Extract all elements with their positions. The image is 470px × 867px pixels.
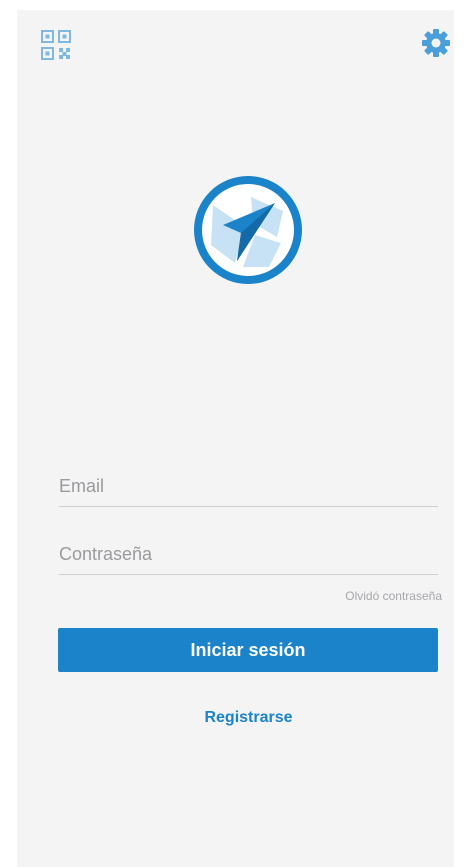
forgot-password-link[interactable]: Olvidó contraseña: [345, 589, 442, 603]
register-link[interactable]: Registrarse: [17, 709, 470, 727]
settings-button[interactable]: [419, 26, 453, 60]
qr-scan-button[interactable]: [39, 28, 73, 62]
gear-icon: [422, 29, 450, 57]
email-field[interactable]: [59, 466, 438, 507]
login-screen: Olvidó contraseña Iniciar sesión Registr…: [17, 10, 454, 867]
qr-code-icon: [41, 30, 71, 60]
app-logo: [193, 175, 303, 285]
login-button[interactable]: Iniciar sesión: [58, 628, 438, 672]
compass-arrow-logo: [194, 176, 302, 284]
password-field[interactable]: [59, 534, 438, 575]
